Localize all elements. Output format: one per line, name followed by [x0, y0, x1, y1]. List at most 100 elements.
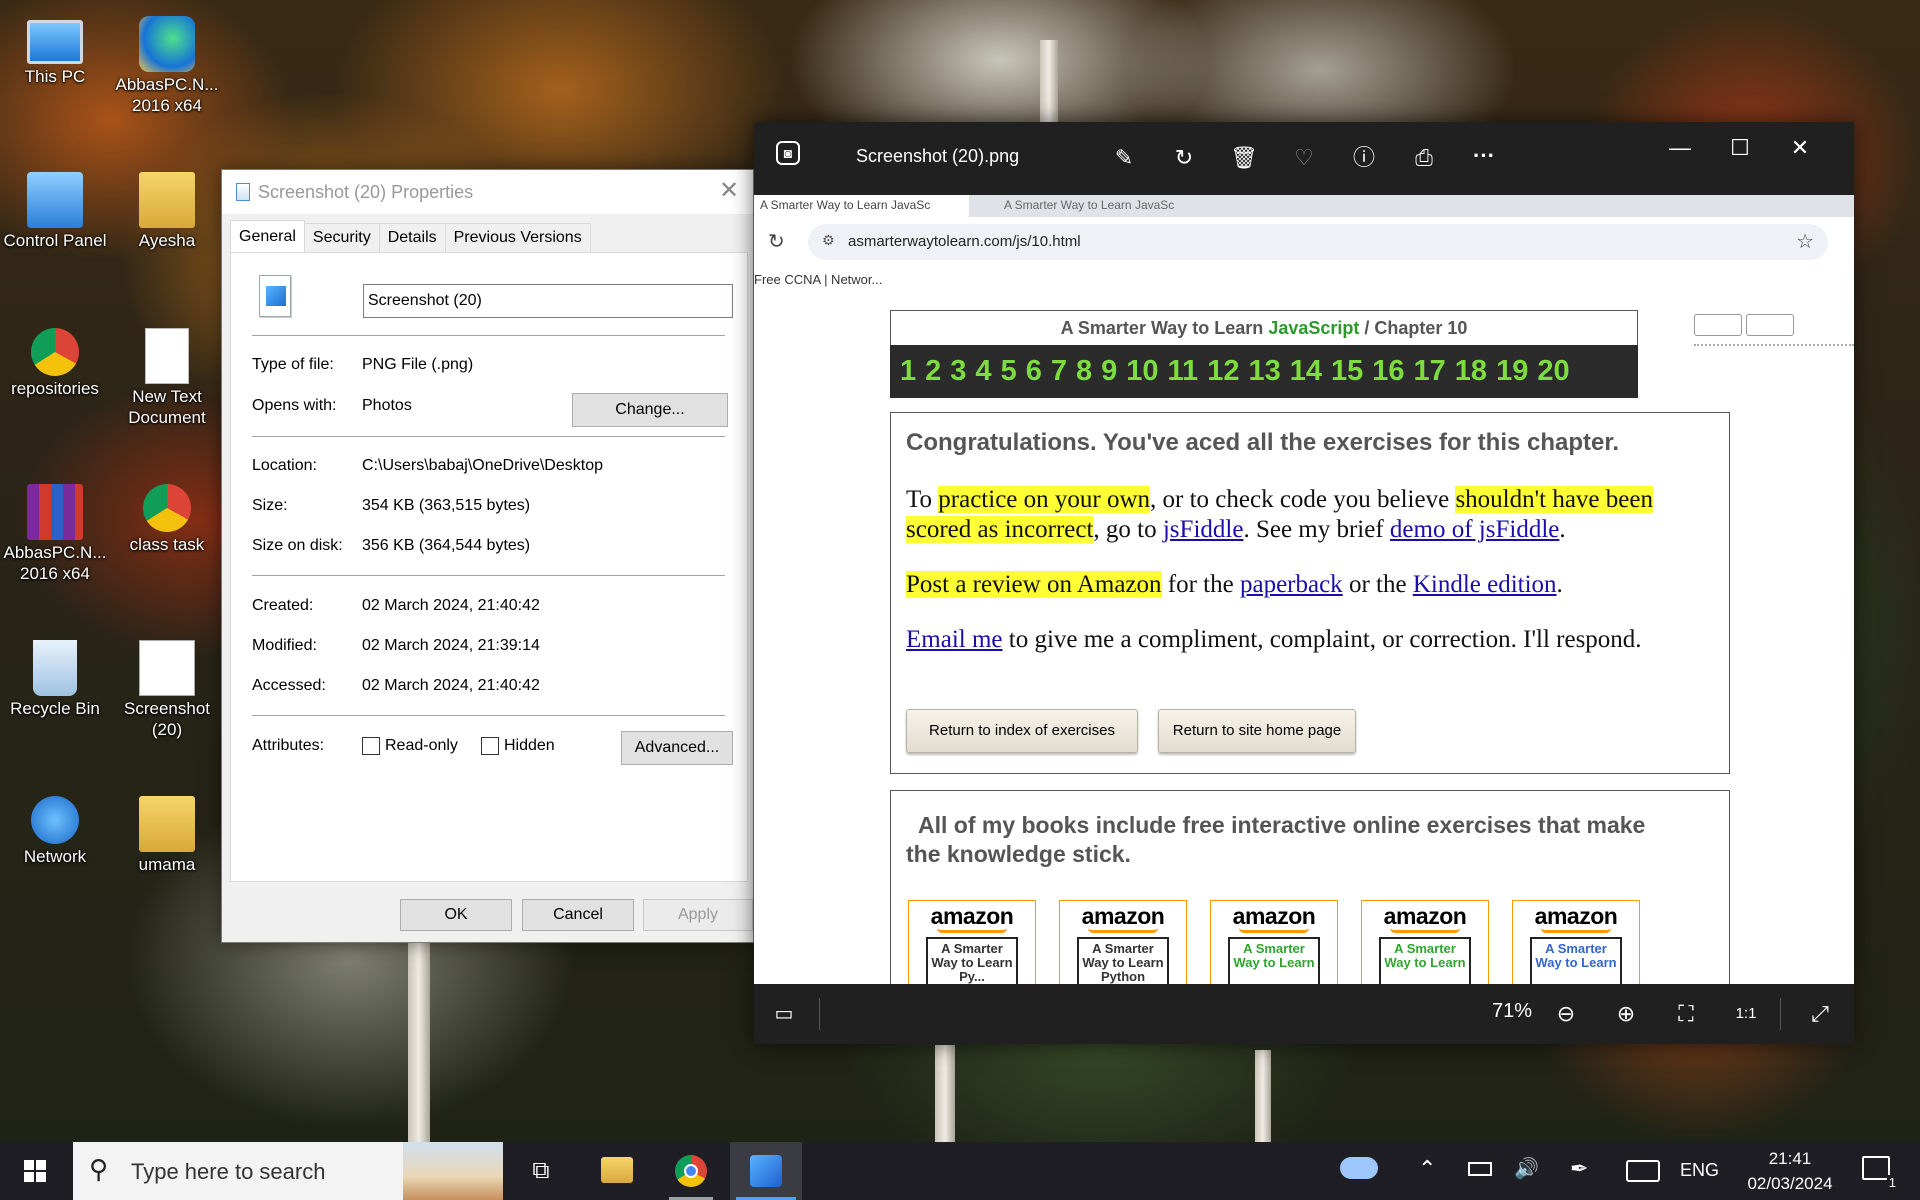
- chapter-link[interactable]: 5: [1001, 355, 1017, 388]
- cancel-button[interactable]: Cancel: [522, 899, 634, 931]
- fullscreen-icon[interactable]: ⤢: [1804, 998, 1836, 1030]
- touch-keyboard-icon[interactable]: [1626, 1160, 1660, 1182]
- onedrive-icon[interactable]: [1340, 1157, 1378, 1179]
- desktop-icon[interactable]: Ayesha: [112, 166, 222, 251]
- pen-icon[interactable]: ✒: [1570, 1156, 1588, 1182]
- address-bar[interactable]: ⚙ asmarterwaytolearn.com/js/10.html ☆: [808, 224, 1828, 260]
- book-card[interactable]: amazon A Smarter Way to Learn: [1512, 900, 1640, 984]
- tab-previous-versions[interactable]: Previous Versions: [444, 223, 591, 253]
- show-hidden-icons-chevron-icon[interactable]: ⌃: [1418, 1156, 1436, 1182]
- photos-taskbar-button[interactable]: [730, 1142, 802, 1200]
- chapter-link[interactable]: 16: [1372, 355, 1404, 388]
- minimize-icon[interactable]: —: [1664, 132, 1696, 164]
- readonly-checkbox[interactable]: Read-only: [362, 737, 458, 755]
- desktop-icon-label: Network: [23, 847, 87, 866]
- tab-details[interactable]: Details: [378, 223, 446, 253]
- actual-size-icon[interactable]: 1:1: [1730, 998, 1762, 1030]
- browser-tab-1[interactable]: A Smarter Way to Learn JavaSc: [754, 195, 969, 217]
- chapter-link[interactable]: 2: [925, 355, 941, 388]
- desktop-icon[interactable]: This PC: [0, 10, 110, 87]
- search-box[interactable]: ⚲ Type here to search: [73, 1142, 503, 1200]
- notification-center-icon[interactable]: 1: [1862, 1156, 1898, 1190]
- paperback-link[interactable]: paperback: [1240, 571, 1343, 598]
- desktop-icon[interactable]: class task: [112, 478, 222, 555]
- desktop-icon[interactable]: Screenshot (20): [112, 634, 222, 740]
- return-home-button[interactable]: Return to site home page: [1158, 709, 1356, 753]
- advanced-button[interactable]: Advanced...: [621, 731, 733, 765]
- close-icon[interactable]: ✕: [711, 176, 747, 206]
- chapter-link[interactable]: 19: [1496, 355, 1528, 388]
- chapter-link[interactable]: 13: [1248, 355, 1280, 388]
- tab-security[interactable]: Security: [303, 223, 380, 253]
- favorite-heart-icon[interactable]: ♡: [1288, 142, 1320, 174]
- desktop-icon-label: Screenshot (20): [124, 699, 210, 739]
- battery-icon[interactable]: [1468, 1162, 1492, 1176]
- apply-button[interactable]: Apply: [643, 899, 753, 931]
- email-me-link[interactable]: Email me: [906, 626, 1003, 653]
- more-options-icon[interactable]: ···: [1468, 140, 1500, 172]
- zoom-in-icon[interactable]: ⊕: [1610, 998, 1642, 1030]
- photos-app-icon[interactable]: ◙: [776, 141, 800, 165]
- desktop-icon[interactable]: Network: [0, 790, 110, 867]
- kindle-edition-link[interactable]: Kindle edition: [1413, 571, 1557, 598]
- desktop-icon[interactable]: Recycle Bin: [0, 634, 110, 719]
- book-card[interactable]: amazon A Smarter Way to Learn: [1210, 900, 1338, 984]
- rotate-icon[interactable]: ↻: [1168, 142, 1200, 174]
- chapter-link[interactable]: 7: [1051, 355, 1067, 388]
- chapter-link[interactable]: 9: [1101, 355, 1117, 388]
- congrats-box: Congratulations. You've aced all the exe…: [890, 412, 1730, 774]
- chapter-link[interactable]: 8: [1076, 355, 1092, 388]
- book-card[interactable]: amazon A Smarter Way to Learn Python: [1059, 900, 1187, 984]
- desktop-icon[interactable]: New Text Document: [112, 322, 222, 428]
- filename-input[interactable]: Screenshot (20): [363, 284, 733, 318]
- zoom-out-icon[interactable]: ⊖: [1550, 998, 1582, 1030]
- delete-icon[interactable]: 🗑: [1228, 142, 1260, 174]
- desktop-icon[interactable]: AbbasPC.N... 2016 x64: [112, 10, 222, 116]
- bookmark-star-icon[interactable]: ☆: [1796, 229, 1814, 254]
- browser-tab-2[interactable]: A Smarter Way to Learn JavaSc: [984, 195, 1184, 217]
- print-icon[interactable]: ⎙: [1408, 142, 1440, 174]
- chrome-button[interactable]: [655, 1142, 727, 1200]
- chapter-link[interactable]: 20: [1537, 355, 1569, 388]
- bookmark-item[interactable]: Free CCNA | Networ...: [754, 272, 882, 287]
- fit-to-window-icon[interactable]: ⛶: [1670, 998, 1702, 1030]
- chapter-link[interactable]: 14: [1290, 355, 1322, 388]
- chapter-link[interactable]: 4: [975, 355, 991, 388]
- jsfiddle-demo-link[interactable]: demo of jsFiddle: [1390, 516, 1559, 543]
- language-indicator[interactable]: ENG: [1680, 1160, 1719, 1181]
- book-card[interactable]: amazon A Smarter Way to Learn: [1361, 900, 1489, 984]
- start-button[interactable]: [0, 1142, 70, 1200]
- book-card[interactable]: amazon A Smarter Way to Learn Py...: [908, 900, 1036, 984]
- chapter-link[interactable]: 6: [1026, 355, 1042, 388]
- desktop-icon[interactable]: umama: [112, 790, 222, 875]
- chapter-link[interactable]: 10: [1126, 355, 1158, 388]
- task-view-button[interactable]: ⧉: [505, 1142, 577, 1200]
- ok-button[interactable]: OK: [400, 899, 512, 931]
- desktop-icon[interactable]: repositories: [0, 322, 110, 399]
- desktop-icon[interactable]: AbbasPC.N... 2016 x64: [0, 478, 110, 584]
- chapter-link[interactable]: 17: [1414, 355, 1446, 388]
- info-icon[interactable]: ⓘ: [1348, 142, 1380, 174]
- clock[interactable]: 21:41 02/03/2024: [1730, 1146, 1850, 1196]
- chapter-link[interactable]: 12: [1207, 355, 1239, 388]
- desktop-icon[interactable]: Control Panel: [0, 166, 110, 251]
- return-index-button[interactable]: Return to index of exercises: [906, 709, 1138, 753]
- filmstrip-icon[interactable]: ▭: [768, 998, 800, 1030]
- hidden-checkbox[interactable]: Hidden: [481, 737, 555, 755]
- dialog-titlebar[interactable]: Screenshot (20) Properties ✕: [222, 170, 753, 214]
- chapter-link[interactable]: 3: [950, 355, 966, 388]
- tab-general[interactable]: General: [230, 220, 305, 252]
- chapter-link[interactable]: 1: [900, 355, 916, 388]
- site-info-icon[interactable]: ⚙: [822, 232, 835, 249]
- jsfiddle-link[interactable]: jsFiddle: [1163, 516, 1244, 543]
- chapter-link[interactable]: 11: [1168, 355, 1199, 388]
- chapter-link[interactable]: 15: [1331, 355, 1363, 388]
- edit-image-icon[interactable]: ✎: [1108, 142, 1140, 174]
- reload-icon[interactable]: ↻: [768, 229, 785, 254]
- close-window-icon[interactable]: ✕: [1784, 132, 1816, 164]
- volume-icon[interactable]: 🔊: [1514, 1156, 1539, 1181]
- maximize-icon[interactable]: ☐: [1724, 132, 1756, 164]
- change-button[interactable]: Change...: [572, 393, 728, 427]
- chapter-link[interactable]: 18: [1455, 355, 1487, 388]
- file-explorer-button[interactable]: [580, 1142, 652, 1200]
